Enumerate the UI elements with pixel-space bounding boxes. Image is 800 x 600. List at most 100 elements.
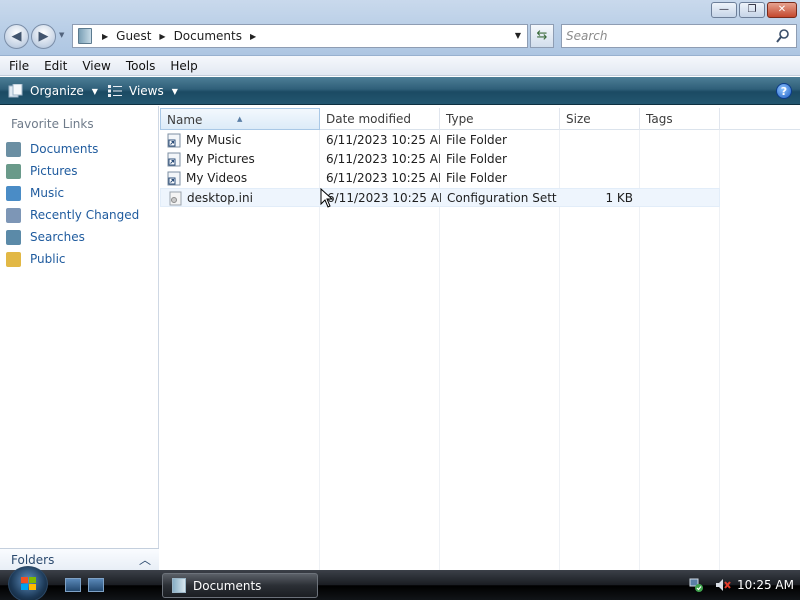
nav-item-recently-changed[interactable]: Recently Changed: [6, 206, 139, 224]
nav-item-label: Documents: [30, 142, 99, 156]
views-button[interactable]: Views ▼: [107, 82, 178, 100]
menu-edit[interactable]: Edit: [38, 59, 73, 73]
shortcut-folder-icon: [167, 171, 181, 186]
nav-item-label: Recently Changed: [30, 208, 140, 222]
column-header-name[interactable]: ▲ Name: [160, 108, 320, 130]
column-header-label: Name: [167, 113, 203, 127]
file-date-modified: 6/11/2023 10:25 AM: [326, 171, 440, 185]
file-type: File Folder: [446, 171, 507, 185]
network-icon[interactable]: [688, 577, 704, 593]
minimize-button[interactable]: —: [711, 2, 737, 18]
address-dropdown-icon[interactable]: ▼: [515, 31, 521, 40]
menu-help[interactable]: Help: [164, 59, 203, 73]
library-icon: [78, 28, 92, 44]
switch-windows-icon[interactable]: [88, 578, 104, 592]
breadcrumb-separator-icon[interactable]: ▶: [102, 32, 108, 41]
organize-button[interactable]: Organize ▼: [8, 82, 98, 100]
navigation-pane: Favorite Links Documents Pictures Music …: [0, 106, 159, 570]
nav-item-label: Music: [30, 186, 65, 200]
search-icon[interactable]: [775, 28, 791, 44]
taskbar-button-label: Documents: [193, 578, 262, 593]
nav-item-label: Public: [30, 252, 66, 266]
search-input[interactable]: [566, 28, 766, 44]
column-header-tags[interactable]: Tags: [640, 108, 720, 130]
back-arrow-icon: ◀: [11, 29, 22, 44]
file-date-modified: 6/11/2023 10:25 AM: [326, 152, 440, 166]
file-row[interactable]: My Pictures 6/11/2023 10:25 AM File Fold…: [160, 150, 720, 169]
column-header-type[interactable]: Type: [440, 108, 560, 130]
nav-item-documents[interactable]: Documents: [6, 140, 98, 158]
menu-view[interactable]: View: [76, 59, 116, 73]
volume-muted-icon[interactable]: [714, 577, 732, 593]
chevron-up-icon: ︿: [138, 553, 151, 567]
library-icon: [172, 578, 186, 593]
file-type: Configuration Sett...: [447, 191, 557, 205]
shortcut-folder-icon: [167, 152, 181, 167]
settings-file-icon: [169, 191, 182, 206]
nav-item-music[interactable]: Music: [6, 184, 64, 202]
file-type: File Folder: [446, 133, 507, 147]
sort-ascending-icon: ▲: [237, 115, 243, 123]
views-icon: [108, 85, 122, 97]
breadcrumb-documents[interactable]: Documents: [174, 29, 242, 43]
file-name: My Music: [186, 133, 242, 147]
breadcrumb-separator-icon[interactable]: ▶: [250, 32, 256, 41]
searches-icon: [6, 229, 21, 245]
menu-file[interactable]: File: [3, 59, 35, 73]
file-size: [560, 150, 632, 169]
address-bar[interactable]: ▶ Guest ▶ Documents ▶ ▼: [72, 24, 528, 48]
menu-bar: File Edit View Tools Help: [0, 56, 800, 76]
clock[interactable]: 10:25 AM: [737, 578, 794, 592]
file-type: File Folder: [446, 152, 507, 166]
nav-item-searches[interactable]: Searches: [6, 228, 85, 246]
search-box[interactable]: [561, 24, 797, 48]
windows-logo-icon: [21, 577, 36, 590]
chevron-down-icon: ▼: [171, 86, 178, 96]
file-row[interactable]: My Music 6/11/2023 10:25 AM File Folder: [160, 131, 720, 150]
column-header-date-modified[interactable]: Date modified: [320, 108, 440, 130]
breadcrumb-guest[interactable]: Guest: [116, 29, 151, 43]
column-header-size[interactable]: Size: [560, 108, 640, 130]
column-headers: ▲ Name Date modified Type Size Tags: [160, 108, 800, 130]
file-size: [560, 169, 632, 188]
music-icon: [6, 185, 21, 201]
nav-item-pictures[interactable]: Pictures: [6, 162, 78, 180]
file-row[interactable]: My Videos 6/11/2023 10:25 AM File Folder: [160, 169, 720, 188]
close-button[interactable]: ✕: [767, 2, 797, 18]
organize-icon: [8, 84, 23, 98]
nav-item-label: Pictures: [30, 164, 78, 178]
file-row[interactable]: desktop.ini 6/11/2023 10:25 AM Configura…: [160, 188, 720, 207]
recent-pages-dropdown-icon[interactable]: ▼: [59, 31, 64, 39]
file-date-modified: 6/11/2023 10:25 AM: [326, 133, 440, 147]
favorite-links-header: Favorite Links: [11, 117, 94, 131]
pictures-icon: [6, 163, 21, 179]
help-icon[interactable]: ?: [776, 83, 792, 99]
views-label: Views: [129, 84, 164, 98]
file-date-modified: 6/11/2023 10:25 AM: [327, 191, 441, 205]
file-name: desktop.ini: [187, 191, 253, 205]
taskbar-button-documents[interactable]: Documents: [162, 573, 318, 598]
chevron-down-icon: ▼: [91, 86, 98, 96]
file-name: My Videos: [186, 171, 248, 185]
folders-label: Folders: [11, 553, 55, 567]
recent-icon: [6, 207, 21, 223]
menu-tools[interactable]: Tools: [120, 59, 162, 73]
file-name: My Pictures: [186, 152, 255, 166]
breadcrumb-separator-icon[interactable]: ▶: [159, 32, 165, 41]
maximize-button[interactable]: ❐: [739, 2, 765, 18]
forward-arrow-icon: ▶: [38, 29, 49, 44]
window-title-bar: — ❐ ✕ ◀ ▶ ▼ ▶ Guest ▶ Documents ▶ ▼ ⇆: [0, 0, 800, 56]
public-folder-icon: [6, 251, 21, 267]
file-list: ▲ Name Date modified Type Size Tags My M…: [160, 106, 800, 570]
show-desktop-icon[interactable]: [65, 578, 81, 592]
taskbar: Documents 10:25 AM: [0, 566, 800, 600]
refresh-icon: ⇆: [536, 28, 548, 43]
mouse-cursor-icon: [320, 188, 334, 208]
organize-label: Organize: [30, 84, 84, 98]
nav-item-label: Searches: [30, 230, 85, 244]
start-button[interactable]: [8, 566, 48, 600]
back-button[interactable]: ◀: [4, 24, 29, 49]
forward-button[interactable]: ▶: [31, 24, 56, 49]
nav-item-public[interactable]: Public: [6, 250, 66, 268]
refresh-button[interactable]: ⇆: [530, 24, 554, 48]
